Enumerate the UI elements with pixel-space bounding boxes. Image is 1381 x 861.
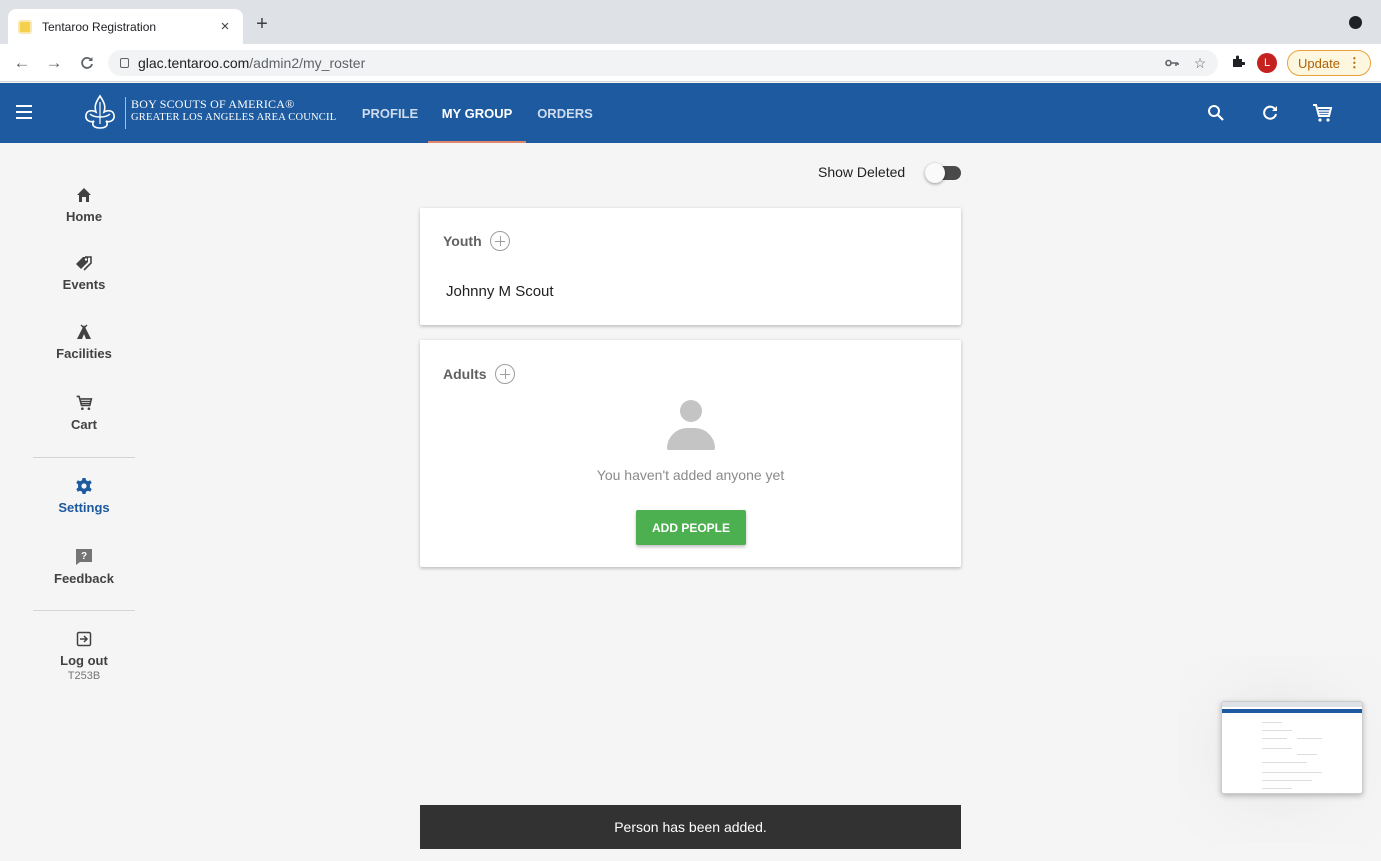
sidebar-item-home[interactable]: Home: [33, 183, 135, 224]
council-name: GREATER LOS ANGELES AREA COUNCIL: [131, 112, 337, 123]
adults-title: Adults: [443, 366, 487, 382]
sidebar-divider: [33, 610, 135, 611]
sidebar-item-feedback[interactable]: ? Feedback: [33, 545, 135, 586]
tab-profile[interactable]: PROFILE: [350, 83, 430, 143]
toggle-knob: [925, 163, 945, 183]
bookmark-star-icon[interactable]: ☆: [1190, 53, 1210, 73]
search-icon[interactable]: [1203, 100, 1229, 126]
sidebar-item-label: Log out: [60, 653, 108, 668]
more-vert-icon: ⋮: [1347, 55, 1361, 70]
sidebar-item-settings[interactable]: Settings: [33, 474, 135, 515]
update-label: Update: [1298, 55, 1340, 71]
browser-toolbar: ← → glac.tentaroo.com/admin2/my_roster ☆…: [0, 44, 1381, 82]
bsa-fleur-de-lis-icon: [82, 94, 118, 130]
sidebar-item-logout[interactable]: Log out T253B: [33, 627, 135, 682]
sidebar-item-label: Events: [62, 277, 106, 292]
tab-close-icon[interactable]: ×: [217, 18, 233, 35]
tab-orders[interactable]: ORDERS: [526, 83, 604, 143]
browser-tab-bar: Tentaroo Registration × +: [0, 0, 1381, 44]
youth-card-header: Youth: [443, 231, 510, 251]
extensions-icon[interactable]: [1228, 53, 1248, 73]
url-host: glac.tentaroo.com: [138, 55, 250, 71]
cart-icon[interactable]: [1309, 100, 1335, 126]
sidebar-item-events[interactable]: Events: [33, 251, 135, 292]
show-deleted-label: Show Deleted: [818, 164, 906, 180]
profile-avatar[interactable]: L: [1257, 53, 1277, 73]
address-bar[interactable]: glac.tentaroo.com/admin2/my_roster: [108, 50, 1218, 76]
show-deleted-toggle[interactable]: [925, 163, 961, 183]
sidebar-item-label: Cart: [70, 417, 97, 432]
new-tab-icon[interactable]: +: [250, 13, 274, 35]
logout-icon: [33, 627, 135, 651]
sidebar: Home Events Facilities Cart Settings ? F…: [0, 143, 168, 861]
tab-search-icon[interactable]: [1349, 16, 1362, 29]
account-code: T253B: [67, 670, 101, 682]
update-button[interactable]: Update ⋮: [1287, 50, 1371, 76]
url-text: glac.tentaroo.com/admin2/my_roster: [138, 55, 365, 71]
key-icon[interactable]: [1162, 53, 1182, 73]
sidebar-item-label: Feedback: [54, 571, 114, 586]
snackbar: Person has been added.: [420, 805, 961, 849]
sidebar-item-label: Facilities: [56, 346, 112, 361]
logo-divider: [125, 97, 126, 129]
adults-card-header: Adults: [443, 364, 515, 384]
cart-icon: [33, 391, 135, 415]
forward-icon[interactable]: →: [42, 51, 66, 75]
sidebar-item-label: Home: [65, 209, 103, 224]
menu-icon[interactable]: [16, 101, 36, 125]
add-adult-icon[interactable]: [494, 364, 515, 384]
youth-card: Youth Johnny M Scout: [420, 208, 961, 325]
add-people-button[interactable]: ADD PEOPLE: [636, 510, 746, 545]
url-path: /admin2/my_roster: [249, 55, 366, 71]
list-item[interactable]: Johnny M Scout: [446, 283, 554, 300]
lock-icon: [120, 58, 129, 68]
person-placeholder-icon: [666, 398, 716, 450]
youth-title: Youth: [443, 233, 482, 249]
window-preview-thumbnail[interactable]: [1221, 701, 1363, 794]
sidebar-item-label: Settings: [58, 500, 110, 515]
org-logo-text[interactable]: BOY SCOUTS OF AMERICA® GREATER LOS ANGEL…: [131, 98, 336, 124]
add-youth-icon[interactable]: [489, 231, 510, 251]
adults-card: Adults You haven't added anyone yet ADD …: [420, 340, 961, 567]
browser-tab[interactable]: Tentaroo Registration ×: [8, 9, 243, 44]
svg-text:?: ?: [81, 551, 87, 562]
back-icon[interactable]: ←: [10, 51, 34, 75]
sidebar-divider: [33, 457, 135, 458]
home-icon: [33, 183, 135, 207]
sidebar-item-facilities[interactable]: Facilities: [33, 320, 135, 361]
empty-state-text: You haven't added anyone yet: [596, 467, 785, 483]
tent-icon: [33, 320, 135, 344]
refresh-icon[interactable]: [1257, 100, 1283, 126]
feedback-icon: ?: [33, 545, 135, 569]
tab-my-group[interactable]: MY GROUP: [428, 83, 526, 143]
app-bar: BOY SCOUTS OF AMERICA® GREATER LOS ANGEL…: [0, 83, 1381, 143]
org-name: BOY SCOUTS OF AMERICA®: [131, 97, 295, 111]
sidebar-item-cart[interactable]: Cart: [33, 391, 135, 432]
tab-title: Tentaroo Registration: [42, 19, 157, 34]
favicon-icon: [18, 19, 32, 34]
reload-icon[interactable]: [75, 51, 99, 75]
tags-icon: [33, 251, 135, 275]
gear-icon: [33, 474, 135, 498]
snackbar-message: Person has been added.: [614, 819, 767, 835]
